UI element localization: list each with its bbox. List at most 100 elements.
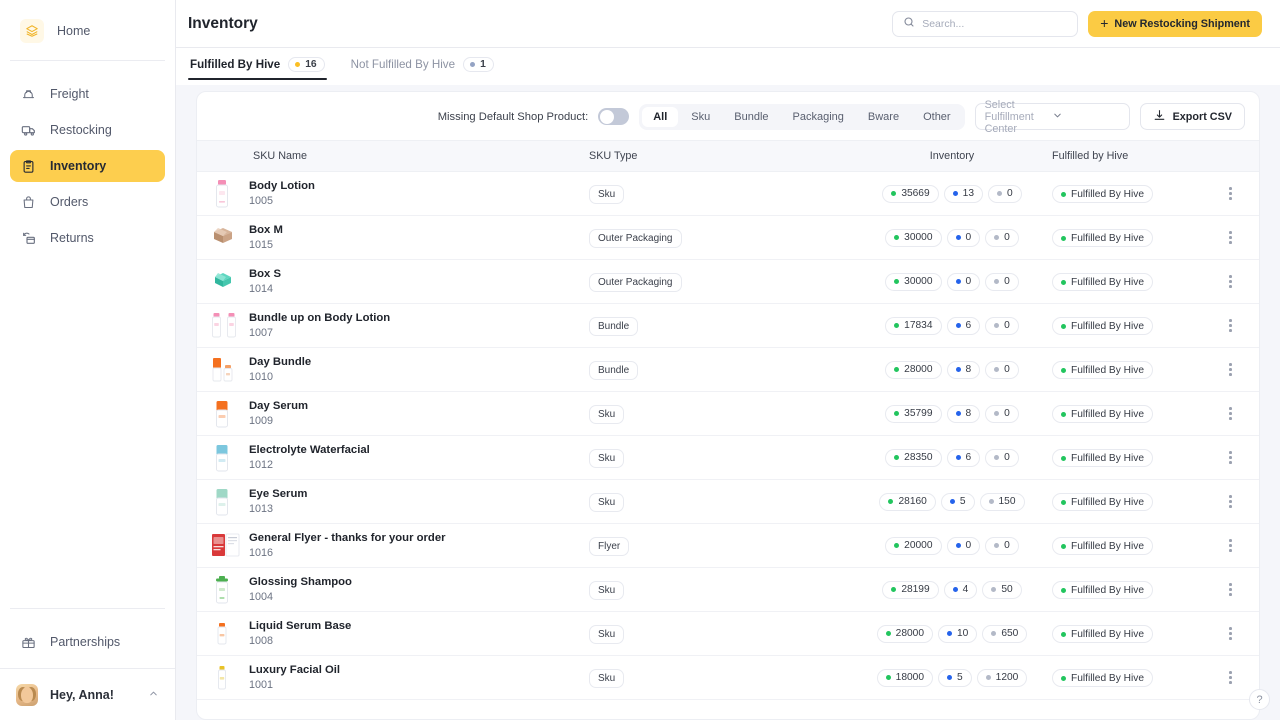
row-menu-button[interactable] xyxy=(1224,314,1237,337)
table-row[interactable]: Body Lotion 1005 Sku 35669 13 0 xyxy=(197,172,1259,216)
search-box[interactable] xyxy=(892,11,1078,37)
chevron-up-icon[interactable] xyxy=(148,688,159,702)
tab-not-fulfilled-by-hive[interactable]: Not Fulfilled By Hive 1 xyxy=(351,57,494,80)
sku-name-block: Bundle up on Body Lotion 1007 xyxy=(249,311,390,341)
sidebar-item-orders[interactable]: Orders xyxy=(10,186,165,218)
table-row[interactable]: Day Serum 1009 Sku 35799 8 0 Ful xyxy=(197,392,1259,436)
sidebar-item-label: Partnerships xyxy=(50,635,120,649)
missing-default-shop-product-toggle[interactable] xyxy=(598,108,629,125)
product-thumbnail-two-bottles-pink-icon xyxy=(211,311,233,341)
export-csv-label: Export CSV xyxy=(1173,111,1232,123)
row-menu-button[interactable] xyxy=(1224,402,1237,425)
product-thumbnail-box-teal-icon xyxy=(211,267,233,297)
status-dot-green xyxy=(886,675,891,680)
sidebar-item-home[interactable]: Home xyxy=(10,15,165,47)
export-csv-button[interactable]: Export CSV xyxy=(1140,103,1245,130)
row-menu-button[interactable] xyxy=(1224,182,1237,205)
inventory-other-badge: 0 xyxy=(985,317,1019,335)
sidebar-item-restocking[interactable]: Restocking xyxy=(10,114,165,146)
row-menu-button[interactable] xyxy=(1224,578,1237,601)
fulfilled-badge: Fulfilled By Hive xyxy=(1052,449,1153,467)
status-dot-blue xyxy=(950,499,955,504)
sku-type-badge: Sku xyxy=(589,185,624,204)
table-row[interactable]: Luxury Facial Oil 1001 Sku 18000 5 1200 xyxy=(197,656,1259,700)
status-dot-green xyxy=(888,499,893,504)
search-input[interactable] xyxy=(922,18,1067,30)
tab-list: Fulfilled By Hive 16 Not Fulfilled By Hi… xyxy=(190,48,1266,85)
sidebar-item-returns[interactable]: Returns xyxy=(10,222,165,254)
inventory-other-value: 0 xyxy=(1004,364,1010,375)
inventory-other-badge: 650 xyxy=(982,625,1027,643)
freight-icon xyxy=(20,86,37,103)
segment-sku[interactable]: Sku xyxy=(680,107,721,127)
table-row[interactable]: Eye Serum 1013 Sku 28160 5 150 F xyxy=(197,480,1259,524)
segment-other[interactable]: Other xyxy=(912,107,962,127)
cell-actions xyxy=(1202,226,1259,249)
cell-actions xyxy=(1202,446,1259,469)
sku-name-block: Day Serum 1009 xyxy=(249,399,308,429)
row-menu-button[interactable] xyxy=(1224,622,1237,645)
help-button[interactable]: ? xyxy=(1249,689,1270,710)
product-thumbnail-bottle-pink-icon xyxy=(211,179,233,209)
table-row[interactable]: Glossing Shampoo 1004 Sku 28199 4 50 xyxy=(197,568,1259,612)
inventory-other-badge: 0 xyxy=(985,537,1019,555)
layers-icon xyxy=(20,19,44,43)
table-row[interactable]: General Flyer - thanks for your order 10… xyxy=(197,524,1259,568)
cell-fulfilled: Fulfilled By Hive xyxy=(1052,404,1202,424)
sku-type-badge: Sku xyxy=(589,581,624,600)
sidebar-item-inventory[interactable]: Inventory xyxy=(10,150,165,182)
user-greeting: Hey, Anna! xyxy=(50,688,136,702)
sidebar-item-freight[interactable]: Freight xyxy=(10,78,165,110)
cell-inventory: 35799 8 0 xyxy=(852,405,1052,423)
status-dot-blue xyxy=(470,62,475,67)
cell-actions xyxy=(1202,534,1259,557)
segment-all[interactable]: All xyxy=(642,107,678,127)
cell-sku-type: Sku xyxy=(589,404,852,424)
status-dot-blue xyxy=(956,411,961,416)
sku-id: 1014 xyxy=(249,282,281,297)
segment-bundle[interactable]: Bundle xyxy=(723,107,779,127)
product-thumbnail-bottle-orange-sm-icon xyxy=(211,619,233,649)
cell-inventory: 35669 13 0 xyxy=(852,185,1052,203)
row-menu-button[interactable] xyxy=(1224,490,1237,513)
sidebar-user-section: Hey, Anna! xyxy=(0,668,175,720)
status-dot-green xyxy=(1061,588,1066,593)
cell-sku-type: Sku xyxy=(589,580,852,600)
row-menu-button[interactable] xyxy=(1224,226,1237,249)
segment-packaging[interactable]: Packaging xyxy=(782,107,855,127)
tab-fulfilled-by-hive[interactable]: Fulfilled By Hive 16 xyxy=(190,57,325,80)
fulfilled-label: Fulfilled By Hive xyxy=(1071,277,1144,288)
row-menu-button[interactable] xyxy=(1224,358,1237,381)
fulfilled-badge: Fulfilled By Hive xyxy=(1052,581,1153,599)
row-menu-button[interactable] xyxy=(1224,534,1237,557)
segment-bware[interactable]: Bware xyxy=(857,107,910,127)
inventory-reserved-value: 6 xyxy=(966,320,972,331)
user-menu-button[interactable]: Hey, Anna! xyxy=(10,684,165,706)
table-row[interactable]: Box M 1015 Outer Packaging 30000 0 0 xyxy=(197,216,1259,260)
table-row[interactable]: Day Bundle 1010 Bundle 28000 8 0 xyxy=(197,348,1259,392)
row-menu-button[interactable] xyxy=(1224,446,1237,469)
inventory-available-value: 17834 xyxy=(904,320,932,331)
table-row[interactable]: Electrolyte Waterfacial 1012 Sku 28350 6… xyxy=(197,436,1259,480)
status-dot-blue xyxy=(953,191,958,196)
row-menu-button[interactable] xyxy=(1224,270,1237,293)
app-root: Home Freight Restock xyxy=(0,0,1280,720)
sidebar-item-partnerships[interactable]: Partnerships xyxy=(10,626,165,658)
sku-name: Bundle up on Body Lotion xyxy=(249,311,390,326)
sku-id: 1004 xyxy=(249,590,352,605)
new-restocking-shipment-button[interactable]: + New Restocking Shipment xyxy=(1088,11,1262,37)
sku-name-block: Box S 1014 xyxy=(249,267,281,297)
row-menu-button[interactable] xyxy=(1224,666,1237,689)
fulfillment-center-select[interactable]: Select Fulfillment Center xyxy=(975,103,1130,130)
cell-actions xyxy=(1202,314,1259,337)
table-row[interactable]: Bundle up on Body Lotion 1007 Bundle 178… xyxy=(197,304,1259,348)
cell-sku-name: Box M 1015 xyxy=(197,223,589,253)
inventory-available-value: 35799 xyxy=(904,408,932,419)
table-row[interactable]: Box S 1014 Outer Packaging 30000 0 0 xyxy=(197,260,1259,304)
inventory-available-badge: 28000 xyxy=(877,625,933,643)
sidebar-item-label: Inventory xyxy=(50,159,106,173)
inventory-other-value: 1200 xyxy=(996,672,1019,683)
cell-actions xyxy=(1202,666,1259,689)
inventory-reserved-badge: 8 xyxy=(947,361,981,379)
table-row[interactable]: Liquid Serum Base 1008 Sku 28000 10 650 xyxy=(197,612,1259,656)
